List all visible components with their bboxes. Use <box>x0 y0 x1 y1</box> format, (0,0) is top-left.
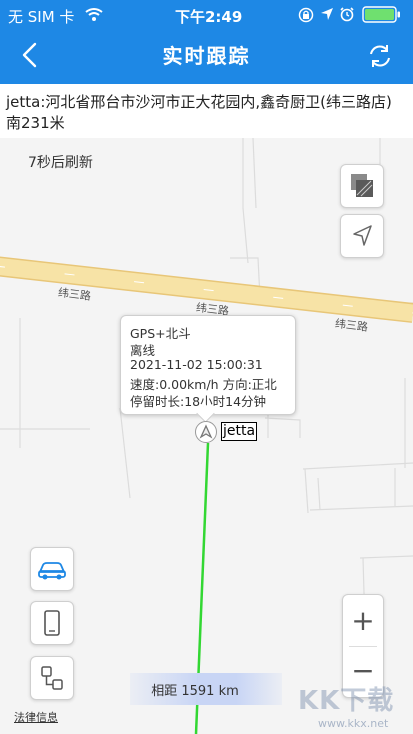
vehicle-mode-button[interactable] <box>30 547 74 591</box>
status-time: 下午2:49 <box>175 8 243 26</box>
vehicle-marker[interactable] <box>195 421 217 443</box>
popup-dwell-time: 停留时长:18小时14分钟 <box>130 394 267 409</box>
route-nodes-icon <box>41 666 63 690</box>
car-icon <box>38 562 66 580</box>
distance-label: 相距 1591 km <box>151 684 239 699</box>
vehicle-info-popup: GPS+北斗 离线 2021-11-02 15:00:31 速度:0.00km/… <box>120 315 296 415</box>
phone-location-button[interactable] <box>30 601 74 645</box>
watermark-logo: KK下载 <box>298 686 395 716</box>
zoom-divider <box>349 646 377 647</box>
locate-button[interactable] <box>340 214 384 258</box>
phone-icon <box>44 610 60 636</box>
page-title: 实时跟踪 <box>162 44 251 68</box>
vehicle-label: jetta <box>221 422 258 441</box>
refresh-button[interactable] <box>366 42 394 70</box>
wifi-icon <box>85 8 103 21</box>
location-arrow-icon <box>321 8 333 20</box>
alarm-icon <box>340 7 354 22</box>
address-text: jetta:河北省邢台市沙河市正大花园内,鑫奇厨卫(纬三路店)南231米 <box>6 93 392 132</box>
status-carrier: 无 SIM 卡 <box>8 8 75 26</box>
legal-info-link[interactable]: 法律信息 <box>14 709 58 725</box>
watermark-url: www.kkx.net <box>318 717 389 730</box>
layer-toggle-button[interactable] <box>340 164 384 208</box>
battery-icon <box>362 6 400 23</box>
zoom-in-button[interactable]: + <box>343 603 383 639</box>
navigation-arrow-icon <box>353 225 372 246</box>
layers-icon <box>351 174 373 197</box>
popup-datetime: 2021-11-02 15:00:31 <box>130 357 263 372</box>
orientation-lock-icon <box>298 7 314 23</box>
refresh-countdown: 7秒后刷新 <box>28 155 93 171</box>
route-button[interactable] <box>30 656 74 700</box>
direction-arrow-icon <box>199 424 213 439</box>
